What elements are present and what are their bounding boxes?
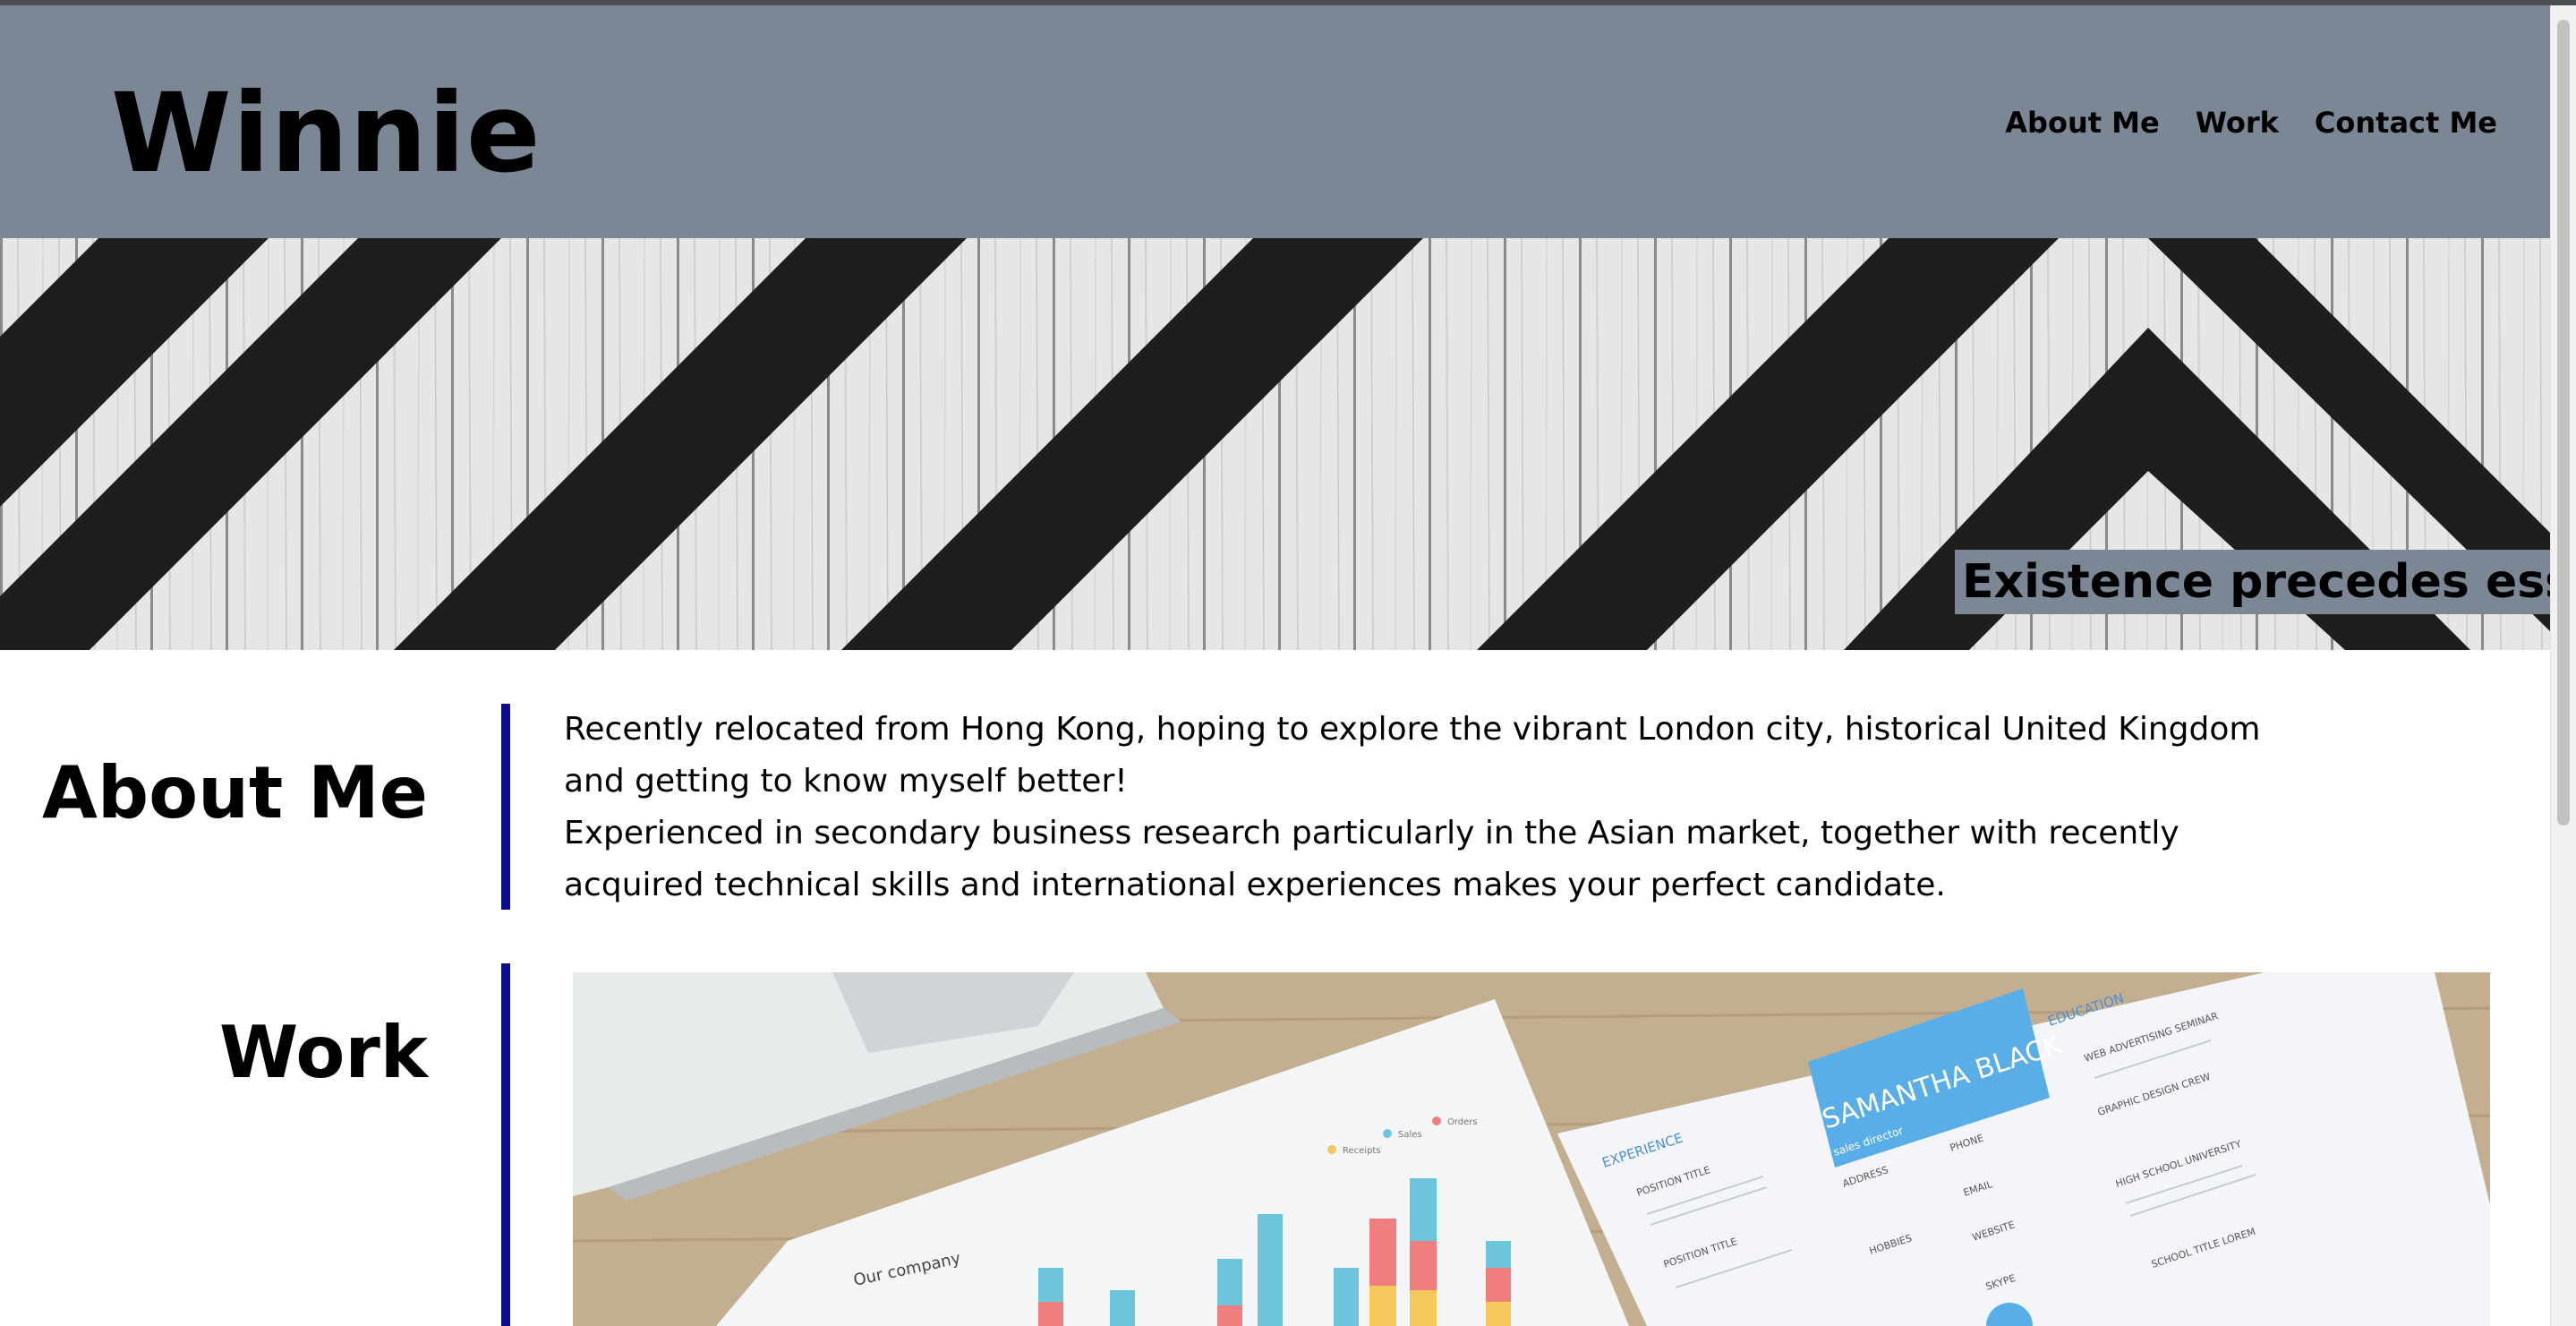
- nav-link-about-me[interactable]: About Me: [2005, 106, 2159, 140]
- motto-caption: Existence precedes essence: [1955, 550, 2576, 614]
- desk-documents-image: Our company Receipts Sales Orders SAMANT…: [573, 972, 2490, 1326]
- work-heading: Work: [218, 1011, 428, 1094]
- nav-link-contact-me[interactable]: Contact Me: [2315, 106, 2497, 140]
- about-accent-bar: [501, 704, 510, 910]
- work-accent-bar: [501, 963, 510, 1326]
- about-me-text: Recently relocated from Hong Kong, hopin…: [564, 704, 2300, 911]
- legend-sales: Sales: [1398, 1130, 1422, 1140]
- about-paragraph-1: Recently relocated from Hong Kong, hopin…: [564, 711, 2261, 800]
- legend-receipts: Receipts: [1343, 1146, 1381, 1156]
- site-logo[interactable]: Winnie: [111, 79, 542, 188]
- scrollbar-thumb[interactable]: [2557, 20, 2570, 826]
- legend-orders: Orders: [1447, 1117, 1478, 1127]
- page-scrollbar[interactable]: [2550, 5, 2576, 1326]
- nav-link-work[interactable]: Work: [2196, 106, 2279, 140]
- about-me-heading: About Me: [41, 751, 428, 834]
- about-paragraph-2: Experienced in secondary business resear…: [564, 815, 2179, 903]
- main-nav: About Me Work Contact Me: [2005, 106, 2497, 140]
- site-header: Winnie About Me Work Contact Me: [0, 5, 2551, 238]
- work-photo[interactable]: Our company Receipts Sales Orders SAMANT…: [573, 972, 2490, 1326]
